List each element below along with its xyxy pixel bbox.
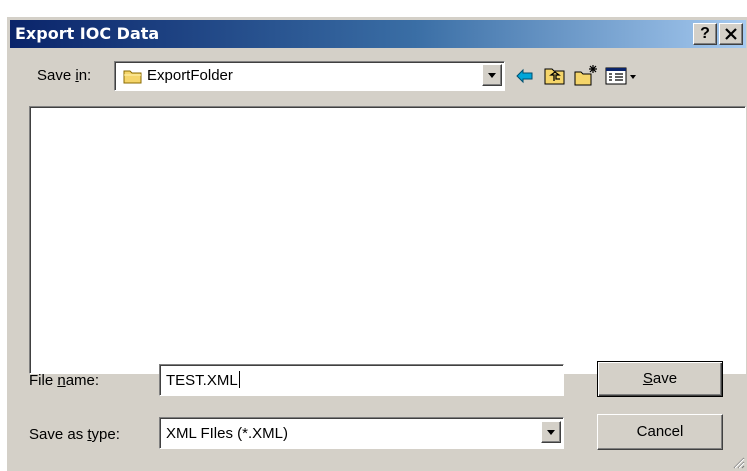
file-name-value: TEST.XML xyxy=(166,371,240,389)
cancel-button[interactable]: Cancel xyxy=(597,414,723,450)
save-as-type-combo[interactable]: XML FIles (*.XML) xyxy=(159,417,564,449)
close-icon xyxy=(725,28,737,40)
up-folder-button[interactable] xyxy=(542,63,568,89)
save-in-label: Save in: xyxy=(37,67,92,84)
new-folder-icon xyxy=(574,65,597,86)
file-list[interactable] xyxy=(29,106,746,374)
back-button[interactable] xyxy=(512,63,538,89)
save-in-value: ExportFolder xyxy=(147,67,233,84)
close-button[interactable] xyxy=(719,23,743,45)
up-folder-icon xyxy=(544,68,565,85)
save-button-label: Save xyxy=(642,370,678,387)
folder-icon xyxy=(123,70,142,84)
view-menu-button[interactable] xyxy=(603,63,641,89)
save-button[interactable]: Save xyxy=(597,361,723,397)
save-as-type-dropdown-button[interactable] xyxy=(541,421,561,443)
title-bar[interactable]: Export IOC Data ? xyxy=(10,20,746,48)
view-menu-icon xyxy=(605,67,636,85)
new-folder-button[interactable] xyxy=(573,63,599,89)
save-as-type-value: XML FIles (*.XML) xyxy=(166,425,288,442)
save-in-combo[interactable]: ExportFolder xyxy=(114,61,505,91)
save-in-dropdown-button[interactable] xyxy=(482,64,502,86)
file-name-label: File name: xyxy=(29,372,100,389)
window-title: Export IOC Data xyxy=(15,24,160,43)
file-name-input[interactable]: TEST.XML xyxy=(159,364,564,396)
export-dialog: Export IOC Data ? Save in: ExportFolder xyxy=(6,16,747,471)
resize-grip[interactable] xyxy=(731,455,745,469)
help-button[interactable]: ? xyxy=(693,23,717,45)
save-as-type-label: Save as type: xyxy=(29,426,120,443)
back-icon xyxy=(516,68,533,84)
